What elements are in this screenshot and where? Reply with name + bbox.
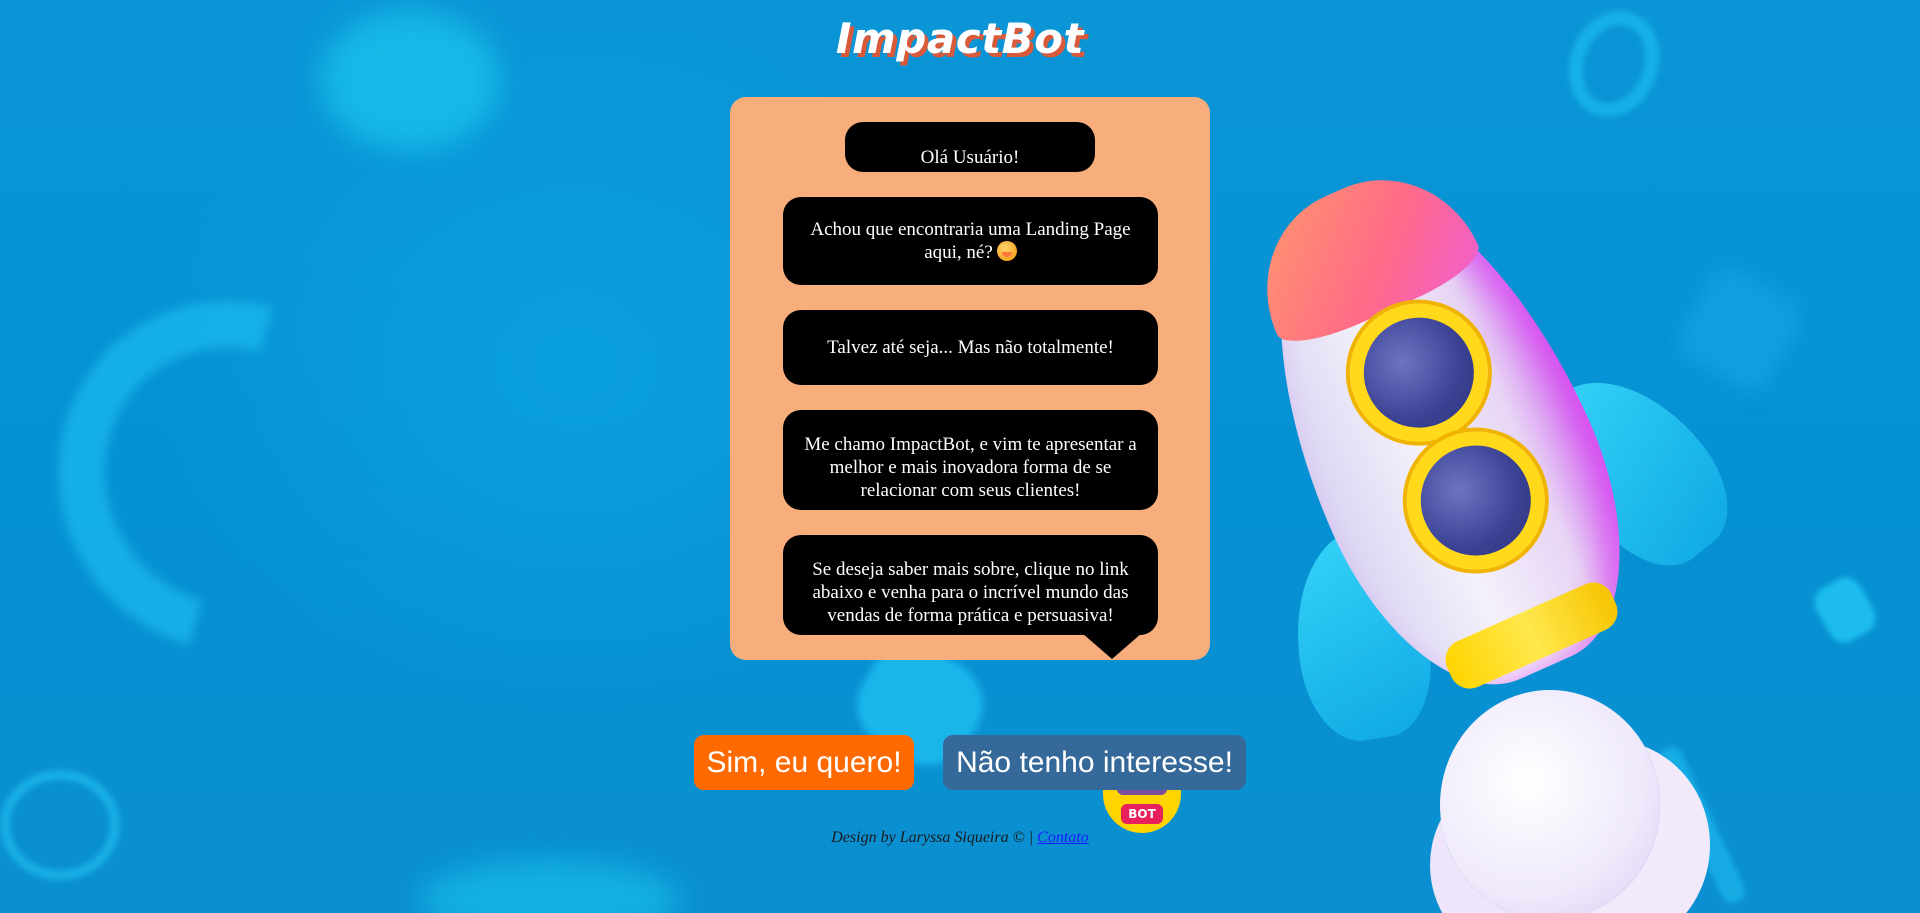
chat-message: Achou que encontraria uma Landing Page a… <box>799 218 1142 264</box>
decor-shape <box>0 770 120 880</box>
decor-shape <box>1671 261 1809 399</box>
smiling-face-hand-over-mouth-icon <box>996 241 1017 261</box>
chat-bubble: Me chamo ImpactBot, e vim te apresentar … <box>783 410 1158 510</box>
footer-credit: Design by Laryssa Siqueira © | <box>831 829 1034 846</box>
chat-message: Talvez até seja... Mas não totalmente! <box>827 337 1114 358</box>
chat-bubble-greeting: Olá Usuário! <box>845 122 1095 172</box>
chat-message: Se deseja saber mais sobre, clique no li… <box>812 558 1129 626</box>
yes-button[interactable]: Sim, eu quero! <box>694 735 914 790</box>
smoke-cloud <box>1440 690 1660 913</box>
chat-bubble: Talvez até seja... Mas não totalmente! <box>783 310 1158 385</box>
footer: Design by Laryssa Siqueira © | Contato <box>0 829 1920 847</box>
chat-message: Olá Usuário! <box>920 146 1020 168</box>
chat-message-text: Achou que encontraria uma Landing Page a… <box>810 219 1131 263</box>
chat-card: Olá Usuário! Achou que encontraria uma L… <box>730 97 1210 660</box>
bot-badge: BOT <box>1121 804 1163 824</box>
chat-bubble: Achou que encontraria uma Landing Page a… <box>783 197 1158 285</box>
decor-shape <box>1655 742 1749 908</box>
decor-shape <box>1808 571 1882 649</box>
page-title: ImpactBot <box>835 14 1085 63</box>
chat-bubble: Se deseja saber mais sobre, clique no li… <box>783 535 1158 659</box>
chat-message: Me chamo ImpactBot, e vim te apresentar … <box>804 433 1137 501</box>
decor-shape <box>420 860 680 913</box>
contact-link[interactable]: Contato <box>1037 829 1089 846</box>
speech-tail <box>1082 633 1142 659</box>
no-interest-button[interactable]: Não tenho interesse! <box>943 735 1246 790</box>
decor-shape <box>0 238 468 714</box>
